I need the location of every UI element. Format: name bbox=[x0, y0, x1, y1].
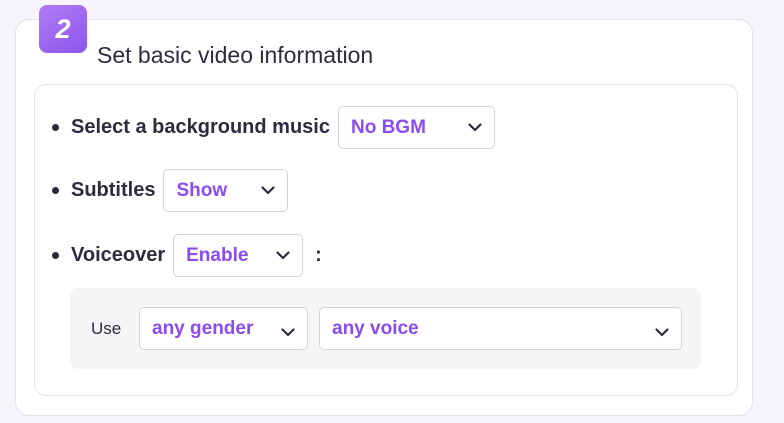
chevron-down-icon bbox=[655, 328, 669, 337]
voiceover-row: Voiceover Enable : bbox=[52, 234, 322, 277]
background-music-label: Select a background music bbox=[71, 116, 330, 138]
subtitles-select[interactable]: Show bbox=[163, 169, 289, 212]
voiceover-label: Voiceover bbox=[71, 244, 166, 266]
voiceover-colon: : bbox=[315, 244, 322, 266]
bullet bbox=[52, 124, 59, 131]
chevron-down-icon bbox=[261, 186, 276, 195]
voice-value: any voice bbox=[332, 317, 419, 339]
subtitles-row: Subtitles Show bbox=[52, 169, 289, 212]
subtitles-value: Show bbox=[176, 179, 228, 201]
subtitles-label: Subtitles bbox=[71, 179, 156, 201]
bullet bbox=[52, 252, 59, 259]
voiceover-value: Enable bbox=[186, 244, 249, 266]
voiceover-select[interactable]: Enable bbox=[173, 234, 304, 277]
voice-select[interactable]: any voice bbox=[319, 307, 682, 350]
bullet bbox=[52, 187, 59, 194]
background-music-value: No BGM bbox=[350, 116, 426, 138]
background-music-select[interactable]: No BGM bbox=[337, 106, 495, 149]
step-number-badge: 2 bbox=[39, 5, 87, 53]
use-label: Use bbox=[91, 319, 122, 338]
gender-select[interactable]: any gender bbox=[139, 307, 308, 350]
background-music-row: Select a background music No BGM bbox=[52, 106, 495, 149]
chevron-down-icon bbox=[468, 123, 482, 132]
voice-options-box: Use any gender any voice bbox=[70, 288, 701, 369]
section-title: Set basic video information bbox=[97, 42, 374, 68]
chevron-down-icon bbox=[281, 328, 295, 337]
gender-value: any gender bbox=[152, 317, 254, 339]
step-number: 2 bbox=[55, 13, 71, 44]
chevron-down-icon bbox=[276, 251, 290, 260]
